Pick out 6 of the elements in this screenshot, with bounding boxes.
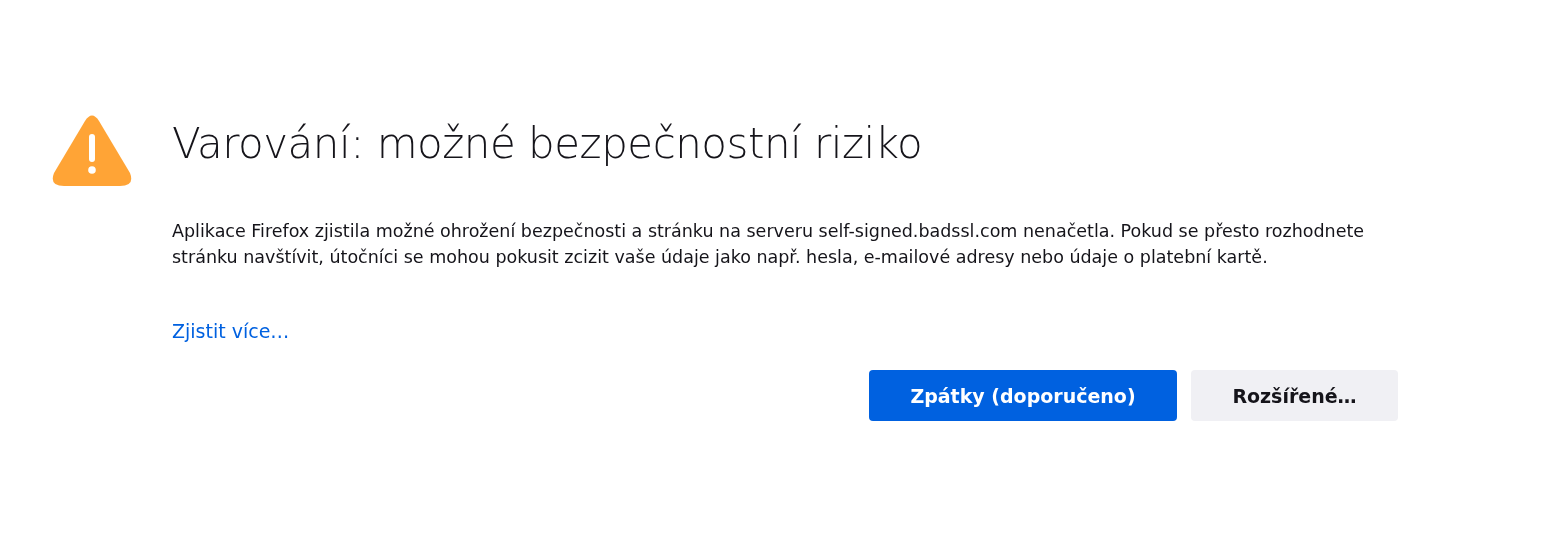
page-title: Varování: možné bezpečnostní riziko <box>172 118 924 170</box>
advanced-button[interactable]: Rozšířené… <box>1191 370 1398 421</box>
warning-icon <box>52 114 132 187</box>
go-back-button[interactable]: Zpátky (doporučeno) <box>869 370 1177 421</box>
learn-more-link[interactable]: Zjistit více… <box>172 320 290 342</box>
warning-description: Aplikace Firefox zjistila možné ohrožení bezpečnosti a stránku na serveru self-signed.badssl.com nenačetla. Pokud se přesto rozhodnete stránku navštívit, útočníci se mohou pokusit zcizit vaše údaje jako např. hesla, e-mailové adresy nebo údaje o platební kartě. <box>172 220 1366 269</box>
